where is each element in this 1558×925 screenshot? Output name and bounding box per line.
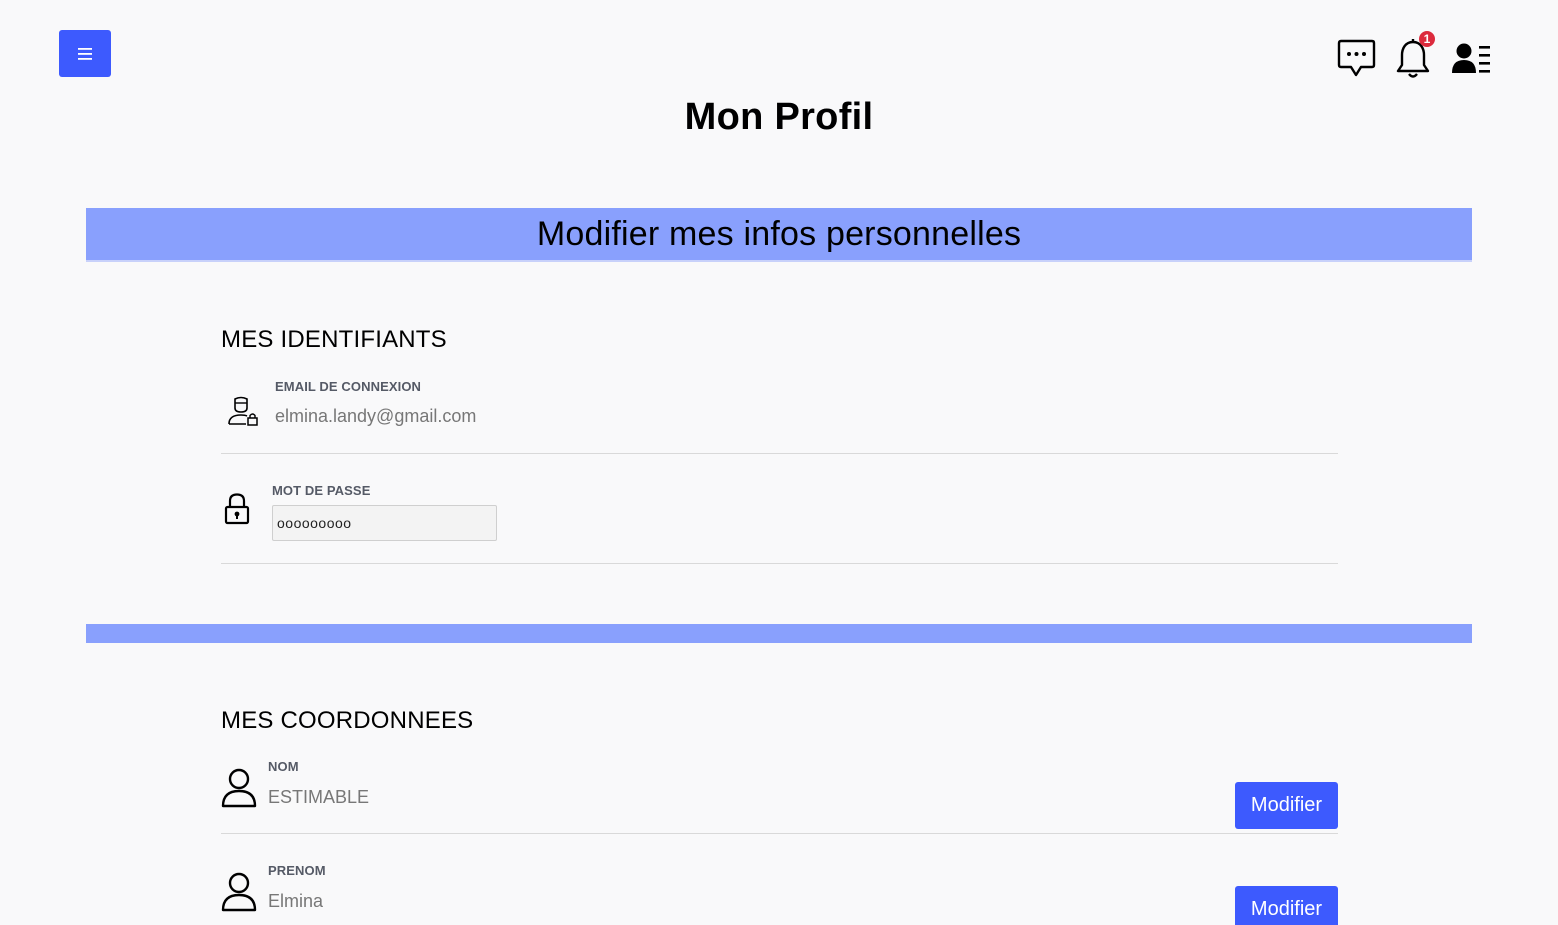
banner-title: Modifier mes infos personnelles — [536, 214, 1022, 253]
coordonnees-title: MES COORDONNEES — [221, 707, 474, 734]
password-field: MOT DE PASSE — [221, 454, 1338, 564]
nom-field: NOM ESTIMABLE Modifier — [221, 754, 1338, 834]
user-icon — [221, 872, 257, 917]
page-title: Mon Profil — [684, 96, 874, 138]
email-value: elmina.landy@gmail.com — [275, 406, 477, 426]
profile-menu-button[interactable] — [1451, 42, 1493, 79]
lock-icon — [224, 493, 250, 530]
edit-prenom-button[interactable]: Modifier — [1235, 886, 1338, 925]
section-banner: Modifier mes infos personnelles — [86, 208, 1472, 262]
user-list-icon — [1452, 43, 1490, 73]
email-label: EMAIL DE CONNEXION — [275, 379, 422, 394]
menu-button[interactable] — [59, 30, 111, 77]
section-divider-band — [86, 624, 1472, 643]
identifiants-title: MES IDENTIFIANTS — [221, 326, 447, 353]
edit-nom-button[interactable]: Modifier — [1235, 782, 1338, 829]
hamburger-icon — [78, 47, 92, 60]
prenom-value: Elmina — [268, 891, 324, 911]
prenom-field: PRENOM Elmina Modifier — [221, 858, 1338, 925]
email-field: EMAIL DE CONNEXION elmina.landy@gmail.co… — [221, 374, 1338, 454]
chat-button[interactable] — [1337, 38, 1377, 83]
user-lock-icon — [227, 396, 259, 431]
notifications-button[interactable]: 1 — [1396, 31, 1435, 85]
prenom-label: PRENOM — [268, 863, 326, 878]
notification-badge: 1 — [1419, 31, 1435, 47]
nom-value: ESTIMABLE — [268, 787, 370, 807]
chat-icon — [1337, 39, 1376, 77]
profile-page: 1 Mon Profil Modifier mes infos personne… — [0, 0, 1558, 925]
nom-label: NOM — [268, 759, 299, 774]
password-label: MOT DE PASSE — [272, 483, 371, 498]
password-input[interactable] — [272, 505, 497, 541]
user-icon — [221, 768, 257, 813]
